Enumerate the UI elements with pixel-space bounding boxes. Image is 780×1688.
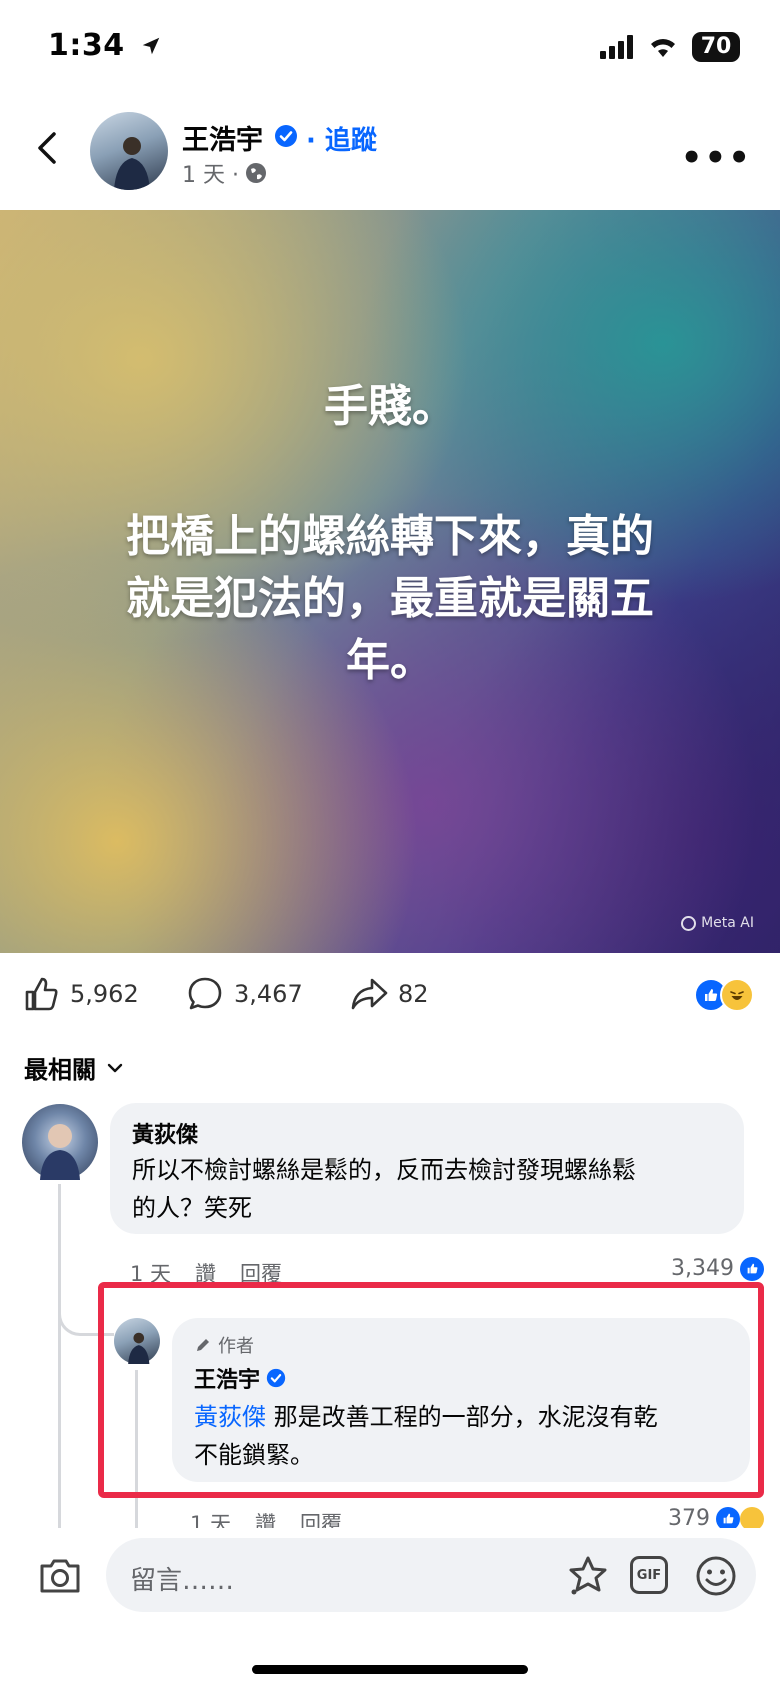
post-text-line-3: 就是犯法的，最重就是關五: [126, 573, 654, 624]
back-chevron-icon[interactable]: [28, 128, 68, 168]
location-arrow-icon: [142, 37, 159, 55]
avatar-photo-icon: [40, 1124, 80, 1180]
post-meta: 1 天 ·: [182, 157, 267, 189]
share-count: 82: [398, 980, 429, 1008]
globe-icon: [245, 163, 266, 183]
status-time-text: 1:34: [48, 28, 125, 63]
gif-label: GIF: [636, 1567, 662, 1583]
comment-text-line-1: 所以不檢討螺絲是鬆的，反而去檢討發現螺絲鬆: [132, 1156, 636, 1184]
reaction-summary[interactable]: [694, 978, 754, 1012]
home-indicator: [252, 1665, 528, 1674]
post-text-line-4: 年。: [346, 635, 434, 686]
gif-button[interactable]: GIF: [630, 1556, 668, 1594]
like-reaction-icon: [716, 1506, 740, 1531]
chevron-down-icon: [107, 1063, 123, 1072]
comment-reaction-count[interactable]: 3,349: [671, 1256, 764, 1281]
emoji-icon[interactable]: [694, 1554, 738, 1598]
watermark-text: Meta AI: [701, 915, 754, 931]
share-arrow-icon: [351, 978, 388, 1010]
battery-indicator: 70: [692, 32, 740, 62]
post-text-line-2: 把橋上的螺絲轉下來，真的: [126, 511, 654, 562]
post-time: 1 天 ·: [182, 163, 239, 188]
comment-sort-dropdown[interactable]: 最相關: [24, 1050, 124, 1085]
meta-ai-ring-icon: [681, 915, 697, 931]
comment-text-line-2: 的人？笑死: [132, 1194, 252, 1222]
post-author-name[interactable]: 王浩宇: [182, 118, 263, 157]
comment-button[interactable]: 3,467: [186, 975, 303, 1013]
status-icons: 70: [600, 30, 740, 64]
share-button[interactable]: 82: [350, 975, 429, 1013]
comment-bubble: 黃荻傑 所以不檢討螺絲是鬆的，反而去檢討發現螺絲鬆 的人？笑死: [110, 1103, 744, 1234]
meta-ai-watermark: Meta AI: [681, 915, 754, 931]
wifi-icon: [651, 39, 675, 57]
status-time: 1:34: [48, 28, 162, 63]
haha-reaction-icon: [740, 1506, 764, 1531]
verified-badge-icon: [275, 125, 297, 147]
more-options-icon[interactable]: •••: [681, 138, 752, 178]
follow-button[interactable]: · 追蹤: [306, 120, 377, 157]
commenter-avatar[interactable]: [22, 1104, 98, 1180]
comment-bubble-icon: [188, 977, 222, 1010]
comment-count: 3,467: [234, 980, 303, 1008]
thumbs-up-icon: [25, 977, 58, 1011]
author-avatar[interactable]: [90, 112, 168, 190]
sort-label: 最相關: [24, 1056, 96, 1084]
camera-icon[interactable]: [38, 1556, 82, 1596]
comment-placeholder: 留言……: [130, 1566, 235, 1596]
signal-icon: [600, 35, 633, 59]
comment-reaction-number: 3,349: [671, 1256, 734, 1281]
post-image: 手賤。 把橋上的螺絲轉下來，真的 就是犯法的，最重就是關五 年。 Meta AI: [0, 210, 780, 953]
haha-reaction-icon: [720, 978, 754, 1012]
avatar-photo-icon: [114, 137, 150, 190]
like-button[interactable]: 5,962: [22, 975, 139, 1013]
like-count: 5,962: [70, 980, 139, 1008]
comment-author-name[interactable]: 黃荻傑: [132, 1117, 198, 1149]
avatar-sticker-icon[interactable]: [566, 1554, 610, 1598]
highlight-box: [98, 1282, 764, 1498]
thread-line-main: [58, 1184, 61, 1528]
post-text-line-1: 手賤。: [324, 381, 456, 432]
like-reaction-icon: [740, 1256, 764, 1281]
